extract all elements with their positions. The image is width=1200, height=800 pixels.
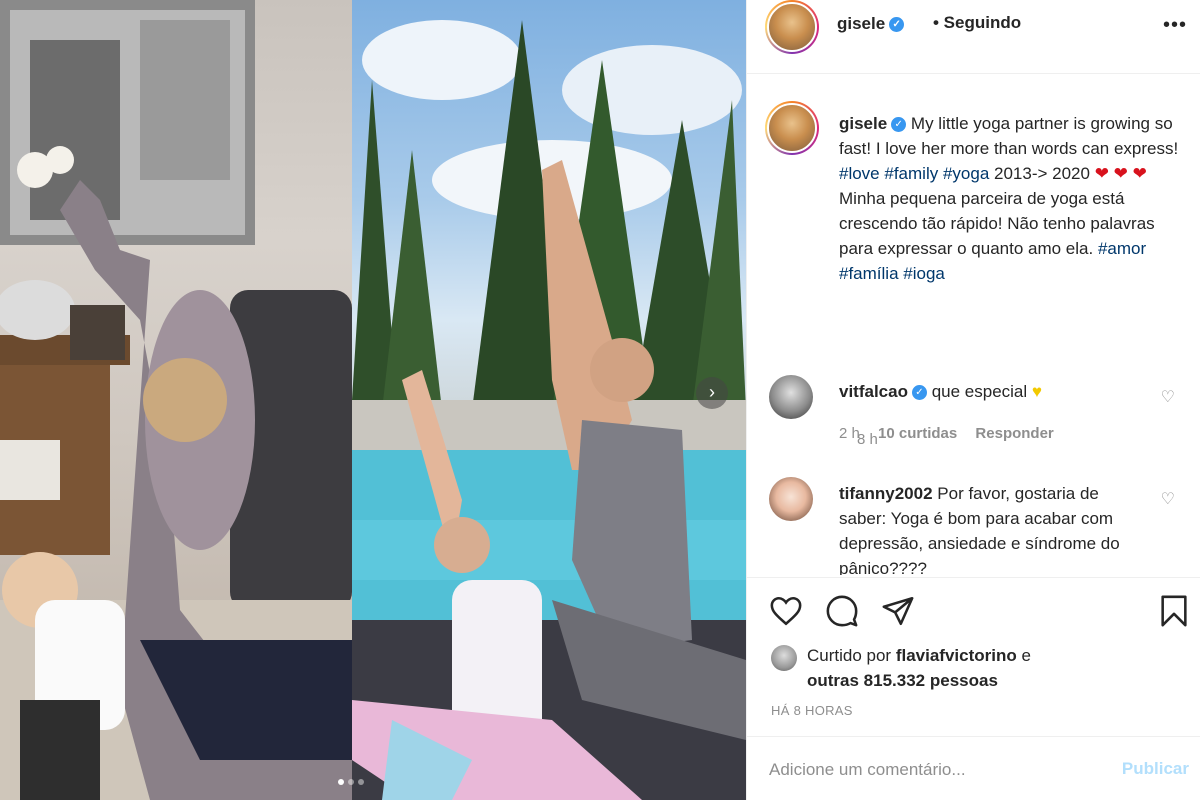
carousel-dot	[348, 779, 354, 785]
carousel-indicator	[338, 779, 364, 785]
author-username[interactable]: gisele ✓	[837, 14, 905, 34]
comment-time[interactable]: 2 h	[839, 425, 860, 442]
share-send-icon[interactable]	[881, 594, 915, 628]
comment-body: que especial	[926, 382, 1032, 401]
hashtag-love[interactable]: #love	[839, 164, 880, 183]
hashtag-yoga[interactable]: #yoga	[943, 164, 989, 183]
post-timestamp[interactable]: HÁ 8 HORAS	[771, 703, 853, 718]
publish-button[interactable]: Publicar	[1122, 759, 1189, 779]
post-actions: Curtido por flaviafvictorino e outras 81…	[747, 577, 1200, 800]
comment-text: tifanny2002 Por favor, gostaria de saber…	[839, 481, 1149, 575]
verified-icon: ✓	[889, 17, 905, 33]
liked-by-prefix: Curtido por	[807, 646, 896, 665]
caption-text: gisele ✓ My little yoga partner is growin…	[839, 111, 1179, 286]
add-comment-form: Publicar	[747, 736, 1200, 800]
comment-likes[interactable]: 10 curtidas	[878, 425, 957, 442]
liked-by-middle: e	[1016, 646, 1031, 665]
caption-avatar[interactable]	[765, 101, 819, 155]
liker-avatar[interactable]	[771, 645, 797, 671]
comment-like-heart-icon[interactable]: ♡	[1161, 489, 1175, 509]
more-options-icon[interactable]: •••	[1163, 14, 1187, 37]
photo-pool-yoga	[352, 0, 746, 800]
comment-bubble-icon[interactable]	[825, 594, 859, 628]
verified-icon: ✓	[891, 117, 907, 133]
author-username-text[interactable]: gisele	[837, 14, 885, 33]
comment-input[interactable]	[769, 755, 1089, 785]
comment-meta: 2 h 10 curtidas Responder	[839, 425, 1068, 442]
commenter-avatar[interactable]	[769, 375, 813, 419]
liker-username[interactable]: flaviafvictorino	[896, 646, 1017, 665]
likes-count[interactable]: outras 815.332 pessoas	[807, 671, 998, 690]
commenter-avatar[interactable]	[769, 477, 813, 521]
verified-icon: ✓	[911, 385, 927, 401]
post-media[interactable]: ›	[0, 0, 746, 800]
caption-username[interactable]: gisele	[839, 114, 887, 133]
carousel-dot-active	[338, 779, 344, 785]
photo-living-room-yoga	[0, 0, 352, 800]
next-image-button[interactable]: ›	[696, 377, 728, 409]
comment-like-heart-icon[interactable]: ♡	[1161, 387, 1175, 407]
caption-body-1: My little yoga partner is growing so fas…	[839, 114, 1179, 158]
liked-by-text: Curtido por flaviafvictorino e outras 81…	[807, 643, 1187, 693]
author-avatar[interactable]	[765, 0, 819, 54]
save-bookmark-icon[interactable]	[1157, 594, 1191, 628]
commenter-username[interactable]: vitfalcao	[839, 382, 908, 401]
comment-text: vitfalcao ✓ que especial ♥	[839, 379, 1149, 404]
hashtag-familia[interactable]: #família	[839, 264, 899, 283]
following-status[interactable]: • Seguindo	[933, 13, 1021, 33]
chevron-right-icon: ›	[709, 382, 715, 402]
post-header: gisele ✓ • Seguindo •••	[747, 0, 1200, 74]
like-heart-icon[interactable]	[769, 594, 803, 628]
photo-right-illustration	[352, 20, 746, 800]
caption-body-2: 2013-> 2020	[989, 164, 1095, 183]
yellow-heart-icon: ♥	[1031, 382, 1042, 401]
post-panel: gisele ✓ • Seguindo ••• gisele ✓ My little…	[746, 0, 1200, 800]
hashtag-amor[interactable]: #amor	[1098, 239, 1146, 258]
carousel-dot	[358, 779, 364, 785]
hashtag-ioga[interactable]: #ioga	[903, 264, 945, 283]
hashtag-family[interactable]: #family	[884, 164, 938, 183]
commenter-username[interactable]: tifanny2002	[839, 484, 933, 503]
photo-left-illustration	[0, 0, 352, 800]
reply-button[interactable]: Responder	[975, 425, 1053, 442]
red-heart-icon: ❤ ❤ ❤	[1094, 164, 1147, 183]
comments-section[interactable]: gisele ✓ My little yoga partner is growin…	[747, 75, 1200, 575]
